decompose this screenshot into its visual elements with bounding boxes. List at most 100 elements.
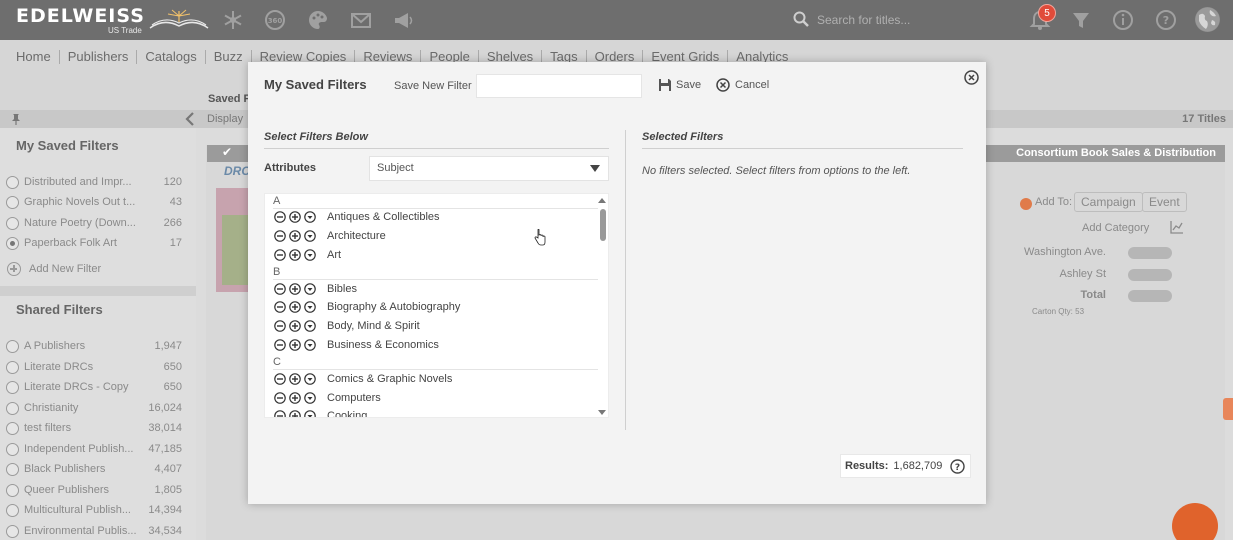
question-icon[interactable]: ? bbox=[950, 458, 966, 474]
filter-radio[interactable] bbox=[6, 339, 19, 353]
expand-icon[interactable] bbox=[304, 249, 316, 261]
exclude-icon[interactable] bbox=[274, 211, 286, 223]
expand-icon[interactable] bbox=[304, 320, 316, 332]
include-icon[interactable] bbox=[289, 283, 301, 295]
include-icon[interactable] bbox=[289, 230, 301, 242]
event-button[interactable]: Event bbox=[1142, 192, 1187, 212]
exclude-icon[interactable] bbox=[274, 230, 286, 242]
nav-buzz[interactable]: Buzz bbox=[206, 50, 252, 64]
filter-radio[interactable] bbox=[6, 421, 19, 435]
filter-radio[interactable] bbox=[6, 442, 19, 456]
megaphone-icon[interactable] bbox=[392, 9, 414, 31]
list-item[interactable]: Bibles bbox=[274, 281, 357, 297]
exclude-icon[interactable] bbox=[274, 392, 286, 404]
include-icon[interactable] bbox=[289, 301, 301, 313]
include-icon[interactable] bbox=[289, 410, 301, 418]
exclude-icon[interactable] bbox=[274, 320, 286, 332]
shared-filter-row[interactable]: test filters 38,014 bbox=[6, 419, 182, 437]
subject-list[interactable]: A Antiques & Collectibles Architecture A… bbox=[264, 193, 609, 418]
list-item[interactable]: Art bbox=[274, 247, 341, 263]
360-icon[interactable]: 360 bbox=[264, 9, 286, 31]
include-icon[interactable] bbox=[289, 249, 301, 261]
shared-filter-row[interactable]: Independent Publish... 47,185 bbox=[6, 440, 182, 458]
save-button[interactable]: Save bbox=[658, 78, 701, 92]
filter-radio[interactable] bbox=[6, 462, 19, 476]
notification-badge[interactable]: 5 bbox=[1038, 4, 1056, 22]
exclude-icon[interactable] bbox=[274, 373, 286, 385]
help-icon[interactable]: ? bbox=[1155, 9, 1177, 31]
list-item[interactable]: Comics & Graphic Novels bbox=[274, 371, 452, 387]
cancel-button[interactable]: Cancel bbox=[716, 78, 769, 92]
saved-filter-row[interactable]: Graphic Novels Out t... 43 bbox=[6, 193, 182, 211]
add-category-link[interactable]: Add Category bbox=[1082, 222, 1149, 234]
filter-radio[interactable] bbox=[6, 195, 19, 209]
title-search-input[interactable] bbox=[817, 10, 997, 30]
include-icon[interactable] bbox=[289, 339, 301, 351]
campaign-button[interactable]: Campaign bbox=[1074, 192, 1143, 212]
expand-icon[interactable] bbox=[304, 301, 316, 313]
nav-home[interactable]: Home bbox=[16, 50, 60, 64]
list-item[interactable]: Antiques & Collectibles bbox=[274, 209, 440, 225]
exclude-icon[interactable] bbox=[274, 301, 286, 313]
check-icon[interactable]: ✔ bbox=[222, 145, 232, 159]
close-icon[interactable] bbox=[964, 70, 979, 85]
filter-icon[interactable] bbox=[1070, 9, 1092, 31]
filter-radio[interactable] bbox=[6, 503, 19, 517]
expand-icon[interactable] bbox=[304, 283, 316, 295]
list-scrollbar[interactable] bbox=[598, 194, 608, 417]
list-item[interactable]: Business & Economics bbox=[274, 337, 439, 353]
filter-radio[interactable] bbox=[6, 524, 19, 538]
quantity-pill[interactable] bbox=[1128, 247, 1172, 259]
info-icon[interactable] bbox=[1112, 9, 1134, 31]
filter-radio[interactable] bbox=[6, 483, 19, 497]
scroll-down-icon[interactable] bbox=[598, 410, 606, 415]
chart-icon[interactable] bbox=[1170, 220, 1184, 234]
side-drawer-tab[interactable] bbox=[1223, 398, 1233, 420]
mail-icon[interactable] bbox=[350, 9, 372, 31]
scroll-thumb[interactable] bbox=[600, 209, 606, 241]
filter-radio[interactable] bbox=[6, 175, 19, 189]
expand-icon[interactable] bbox=[304, 373, 316, 385]
add-new-filter-button[interactable]: Add New Filter bbox=[7, 262, 101, 276]
include-icon[interactable] bbox=[289, 392, 301, 404]
expand-icon[interactable] bbox=[304, 230, 316, 242]
shared-filter-row[interactable]: Christianity 16,024 bbox=[6, 399, 182, 417]
palette-icon[interactable] bbox=[307, 9, 329, 31]
expand-icon[interactable] bbox=[304, 211, 316, 223]
nav-publishers[interactable]: Publishers bbox=[60, 50, 138, 64]
expand-icon[interactable] bbox=[304, 410, 316, 418]
attributes-select[interactable]: Subject bbox=[369, 156, 609, 181]
save-new-filter-input[interactable] bbox=[476, 74, 642, 98]
include-icon[interactable] bbox=[289, 320, 301, 332]
scroll-up-icon[interactable] bbox=[598, 198, 606, 203]
include-icon[interactable] bbox=[289, 373, 301, 385]
shared-filter-row[interactable]: Environmental Publis... 34,534 bbox=[6, 522, 182, 540]
list-item[interactable]: Computers bbox=[274, 390, 381, 406]
shared-filter-row[interactable]: Literate DRCs 650 bbox=[6, 358, 182, 376]
search-icon[interactable] bbox=[793, 11, 809, 27]
shared-filter-row[interactable]: Literate DRCs - Copy 650 bbox=[6, 378, 182, 396]
edelweiss-logo[interactable]: EDELWEISS US Trade bbox=[16, 5, 209, 35]
chevron-left-icon[interactable] bbox=[184, 111, 196, 127]
list-item[interactable]: Body, Mind & Spirit bbox=[274, 318, 420, 334]
expand-icon[interactable] bbox=[304, 392, 316, 404]
include-icon[interactable] bbox=[289, 211, 301, 223]
saved-filter-row[interactable]: Distributed and Impr... 120 bbox=[6, 173, 182, 191]
shared-filter-row[interactable]: Queer Publishers 1,805 bbox=[6, 481, 182, 499]
saved-filter-row[interactable]: Nature Poetry (Down... 266 bbox=[6, 214, 182, 232]
snowflake-icon[interactable] bbox=[222, 9, 244, 31]
shared-filter-row[interactable]: A Publishers 1,947 bbox=[6, 337, 182, 355]
filter-radio-selected[interactable] bbox=[6, 236, 19, 250]
list-item[interactable]: Cooking bbox=[274, 408, 367, 418]
expand-icon[interactable] bbox=[304, 339, 316, 351]
shared-filter-row[interactable]: Black Publishers 4,407 bbox=[6, 460, 182, 478]
filter-radio[interactable] bbox=[6, 380, 19, 394]
globe-icon[interactable] bbox=[1195, 7, 1220, 32]
list-item[interactable]: Architecture bbox=[274, 228, 386, 244]
exclude-icon[interactable] bbox=[274, 339, 286, 351]
saved-filter-row[interactable]: Paperback Folk Art 17 bbox=[6, 234, 182, 252]
filter-radio[interactable] bbox=[6, 360, 19, 374]
shared-filter-row[interactable]: Multicultural Publish... 14,394 bbox=[6, 501, 182, 519]
nav-catalogs[interactable]: Catalogs bbox=[137, 50, 206, 64]
list-item[interactable]: Biography & Autobiography bbox=[274, 299, 460, 315]
